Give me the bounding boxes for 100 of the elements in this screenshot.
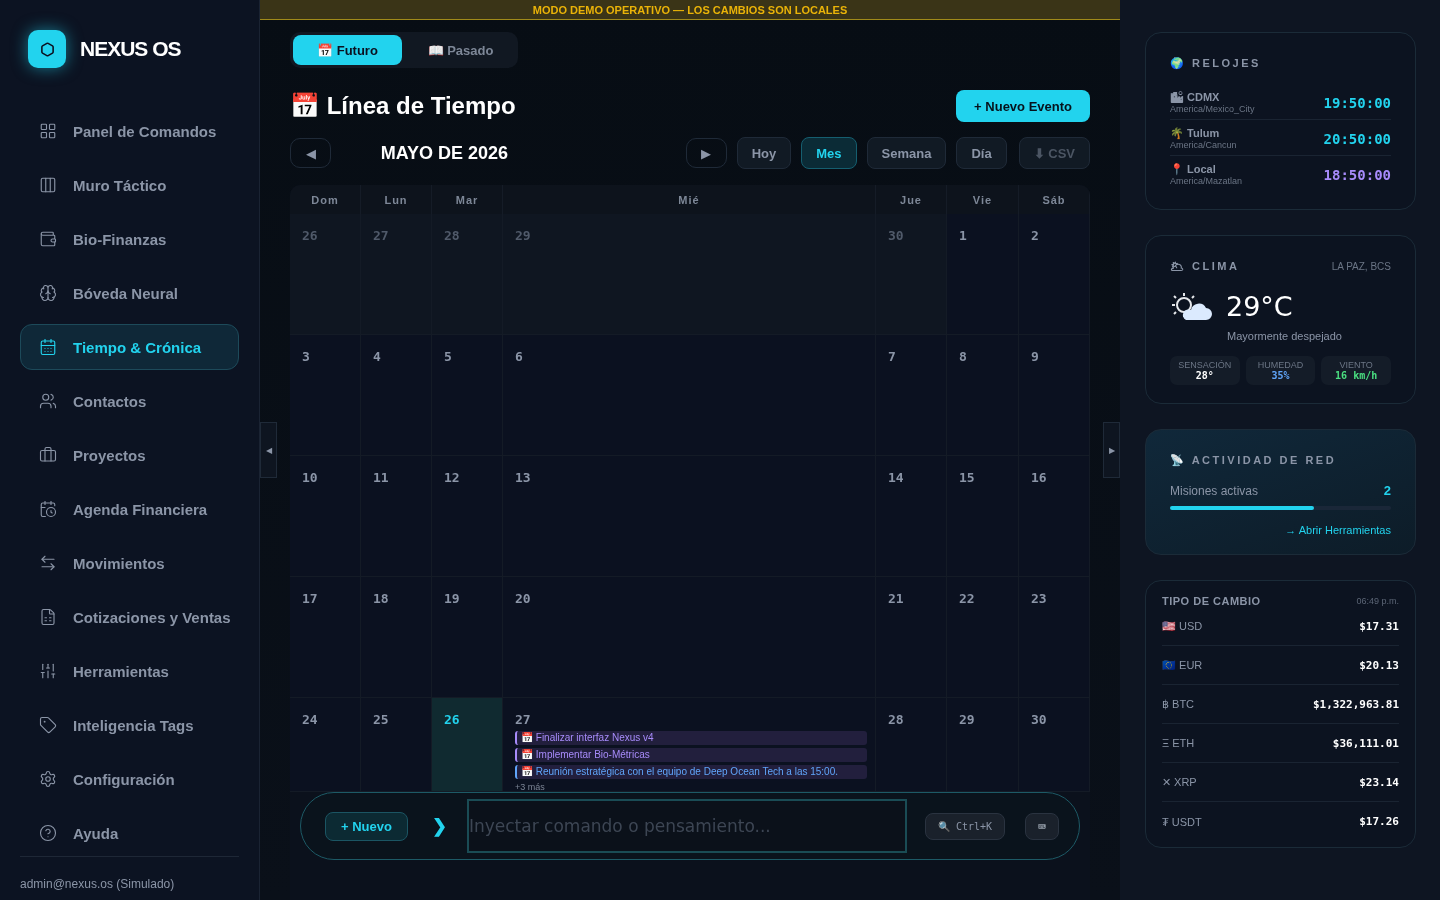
day-number: 29	[959, 712, 975, 727]
day-cell[interactable]: 26	[432, 698, 503, 792]
calendar-event[interactable]: 📅 Implementar Bio-Métricas	[515, 748, 867, 762]
today-button[interactable]: Hoy	[736, 137, 792, 169]
previous-button[interactable]: ◀	[290, 138, 331, 168]
day-cell[interactable]: 23	[1019, 577, 1090, 698]
day-number: 10	[302, 470, 318, 485]
calendar-event[interactable]: 📅 Reunión estratégica con el equipo de Deep Ocean Tech a las 15:00.	[515, 765, 867, 779]
sidebar-item[interactable]: Configuración	[20, 756, 239, 802]
collapse-toggle[interactable]: ◀	[260, 422, 277, 478]
time-zone: America/Mexico_City	[1170, 104, 1255, 114]
sidebar-item[interactable]: Muro Táctico	[20, 162, 239, 208]
sidebar-item[interactable]: Panel de Comandos	[20, 108, 239, 154]
day-cell[interactable]: 8	[947, 335, 1019, 456]
mode-tab[interactable]: 📖 Pasado	[406, 35, 515, 65]
nav-icon	[39, 608, 57, 626]
day-cell[interactable]: 10	[290, 456, 361, 577]
view-button[interactable]: Semana	[866, 137, 947, 169]
sidebar-item[interactable]: Bio-Finanzas	[20, 216, 239, 262]
sidebar-item[interactable]: Bóveda Neural	[20, 270, 239, 316]
sidebar-item[interactable]: Agenda Financiera	[20, 486, 239, 532]
day-number: 27	[515, 712, 531, 727]
new-button[interactable]: + Nuevo	[325, 811, 408, 841]
day-number: 15	[959, 470, 975, 485]
nav-icon	[39, 176, 57, 194]
day-cell[interactable]: 19	[432, 577, 503, 698]
day-cell[interactable]: 11	[361, 456, 432, 577]
view-button[interactable]: Mes	[801, 137, 857, 169]
day-cell[interactable]: 5	[432, 335, 503, 456]
day-cell[interactable]: 2	[1019, 214, 1090, 335]
sidebar-item[interactable]: Contactos	[20, 378, 239, 424]
missions-count: 2	[1383, 483, 1391, 498]
day-cell[interactable]: 17	[290, 577, 361, 698]
day-number: 21	[888, 591, 904, 606]
day-number: 12	[444, 470, 460, 485]
day-cell[interactable]: 20	[503, 577, 876, 698]
day-cell[interactable]: 12	[432, 456, 503, 577]
day-cell[interactable]: 18	[361, 577, 432, 698]
next-button[interactable]: ▶	[685, 138, 727, 168]
calendar-event[interactable]: 📅 Finalizar interfaz Nexus v4	[515, 731, 867, 745]
nav-icon	[39, 284, 57, 302]
collapse-toggle[interactable]: ▶	[1103, 422, 1120, 478]
day-cell[interactable]: 28	[876, 698, 947, 792]
new-event-button[interactable]: + Nuevo Evento	[956, 90, 1090, 122]
mode-tab[interactable]: 📅 Futuro	[293, 35, 402, 65]
day-number: 5	[444, 349, 452, 364]
sidebar-item[interactable]: Proyectos	[20, 432, 239, 478]
day-cell[interactable]: 30	[1019, 698, 1090, 792]
command-input[interactable]: Inyectar comando o pensamiento...	[466, 799, 907, 853]
more-events-link[interactable]: +3 más	[515, 782, 545, 791]
demo-banner: MODO DEMO OPERATIVO — LOS CAMBIOS SON LOCALES	[260, 0, 1120, 20]
day-number: 4	[373, 349, 381, 364]
day-cell[interactable]: 22	[947, 577, 1019, 698]
day-cell[interactable]: 7	[876, 335, 947, 456]
sidebar-item[interactable]: Ayuda	[20, 810, 239, 856]
day-number: 18	[373, 591, 389, 606]
day-cell[interactable]: 27 📅 Finalizar interfaz Nexus v4 📅 Implementar Bio-Métricas 📅 Reunión estratégica con el equipo de Deep Ocean Tech a las 15:00. +3 más	[503, 698, 876, 792]
nav-icon	[39, 446, 57, 464]
search-shortcut-button[interactable]: 🔍 Ctrl+K	[924, 812, 1006, 840]
nav-icon	[39, 338, 57, 356]
nav-icon	[39, 770, 57, 788]
day-number: 22	[959, 591, 975, 606]
day-number: 23	[1031, 591, 1047, 606]
currency-label: 🇪🇺 EUR	[1162, 658, 1203, 672]
day-cell[interactable]: 29	[947, 698, 1019, 792]
day-cell[interactable]: 14	[876, 456, 947, 577]
keyboard-button[interactable]: ⌨	[1025, 812, 1059, 840]
nav-icon	[39, 554, 57, 572]
day-cell[interactable]: 24	[290, 698, 361, 792]
day-number: 27	[373, 228, 389, 243]
nav-icon	[39, 716, 57, 734]
view-button[interactable]: Día	[956, 137, 1007, 169]
clock-time: 18:50:00	[1323, 166, 1391, 183]
sidebar-item[interactable]: Inteligencia Tags	[20, 702, 239, 748]
exchange-rate: $17.31	[1359, 619, 1399, 633]
nav-icon	[39, 824, 57, 842]
day-cell[interactable]: 4	[361, 335, 432, 456]
day-cell[interactable]: 21	[876, 577, 947, 698]
brand-name: NEXUS OS	[80, 37, 181, 61]
day-cell[interactable]: 3	[290, 335, 361, 456]
day-cell[interactable]: 6	[503, 335, 876, 456]
sidebar-item[interactable]: Movimientos	[20, 540, 239, 586]
update-time: 06:49 p.m.	[1356, 596, 1399, 606]
card-title: 🌥 CLIMA	[1170, 260, 1240, 273]
day-cell[interactable]: 9	[1019, 335, 1090, 456]
missions-label: Misiones activas	[1170, 483, 1259, 498]
open-tools-link[interactable]: → Abrir Herramientas	[1170, 524, 1391, 536]
sidebar-item[interactable]: Herramientas	[20, 648, 239, 694]
day-number: 11	[373, 470, 389, 485]
day-cell[interactable]: 13	[503, 456, 876, 577]
clock-time: 19:50:00	[1323, 94, 1391, 111]
day-cell[interactable]: 16	[1019, 456, 1090, 577]
stat-value: 16 km/h	[1335, 370, 1378, 381]
sidebar-item[interactable]: Cotizaciones y Ventas	[20, 594, 239, 640]
day-cell[interactable]: 15	[947, 456, 1019, 577]
card-title: 📡 ACTIVIDAD DE RED	[1170, 454, 1338, 467]
currency-label: Ξ ETH	[1162, 737, 1195, 749]
sidebar-item[interactable]: Tiempo & Crónica	[20, 324, 239, 370]
day-cell[interactable]: 1	[947, 214, 1019, 335]
day-cell[interactable]: 25	[361, 698, 432, 792]
